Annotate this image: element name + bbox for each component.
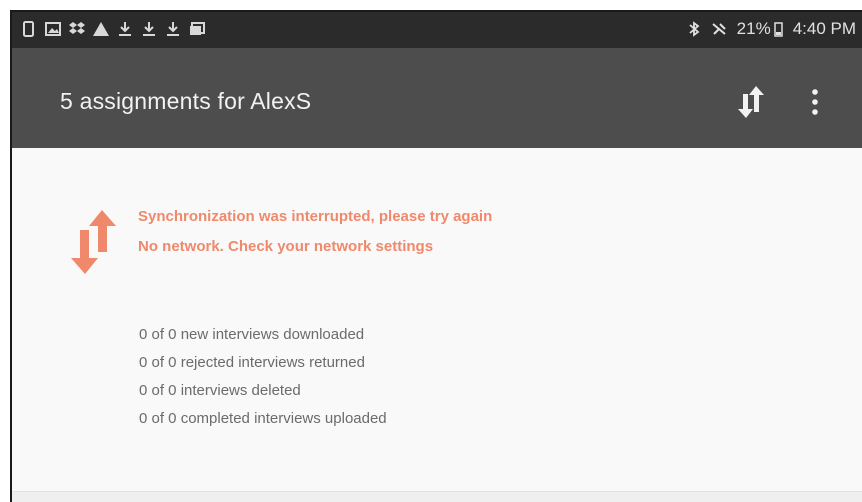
sync-error-icon (71, 210, 116, 274)
clock: 4:40 PM (792, 19, 856, 38)
vibrate-icon (712, 23, 726, 35)
device-screen: 21% 4:40 PM 5 assignments for AlexS Sync… (10, 10, 862, 502)
photos-icon (190, 22, 205, 35)
phone-icon (23, 21, 34, 37)
status-bar: 21% 4:40 PM (12, 12, 862, 48)
stat-uploaded: 0 of 0 completed interviews uploaded (139, 410, 387, 427)
network-error-message: No network. Check your network settings (138, 238, 434, 255)
warning-icon (93, 22, 109, 36)
battery-icon (773, 22, 783, 37)
download-icon (167, 22, 179, 36)
sync-error-message: Synchronization was interrupted, please … (138, 208, 493, 225)
app-bar: 5 assignments for AlexS (12, 48, 862, 148)
sync-content: Synchronization was interrupted, please … (12, 148, 862, 502)
bottom-divider (12, 491, 862, 502)
battery-percent: 21% (736, 19, 771, 38)
image-icon (45, 22, 61, 36)
notification-icons (20, 20, 206, 38)
download-icon (119, 22, 131, 36)
dropbox-icon (69, 22, 85, 34)
download-icon (143, 22, 155, 36)
stat-rejected-returned: 0 of 0 rejected interviews returned (139, 354, 365, 371)
page-title: 5 assignments for AlexS (60, 88, 312, 114)
bluetooth-icon (689, 21, 700, 37)
stat-deleted: 0 of 0 interviews deleted (139, 382, 301, 399)
more-vert-icon[interactable] (807, 86, 823, 118)
sync-arrows-icon[interactable] (737, 82, 767, 122)
stat-downloaded: 0 of 0 new interviews downloaded (139, 326, 365, 343)
system-indicators: 21% 4:40 PM (687, 19, 856, 39)
